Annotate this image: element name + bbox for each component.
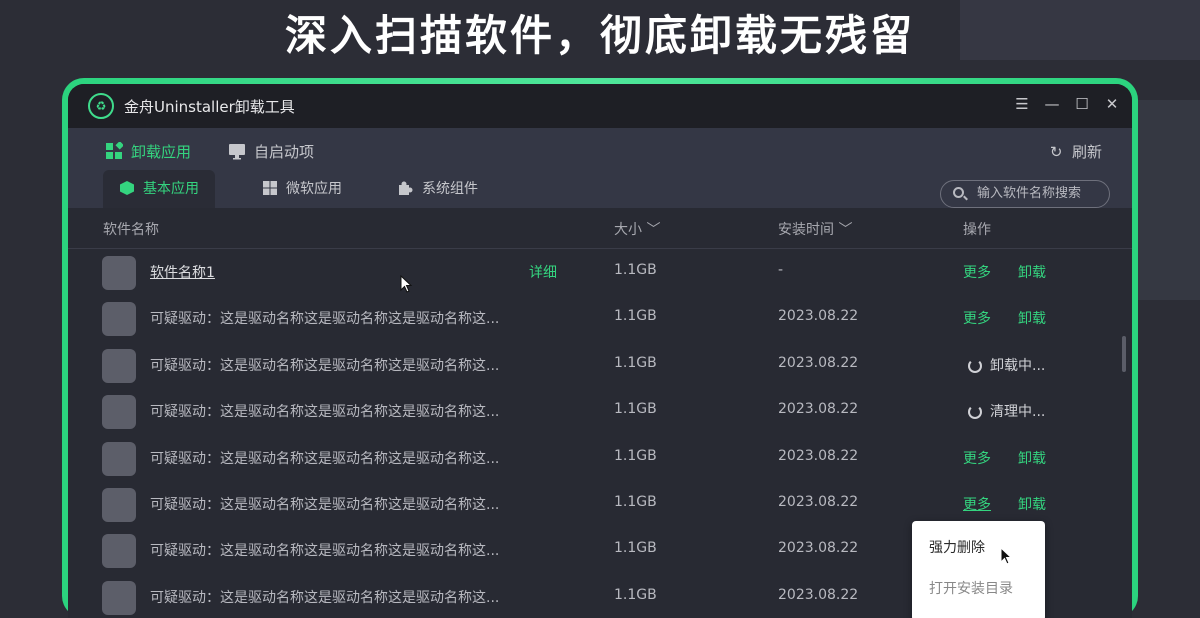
refresh-icon: ↻ — [1049, 143, 1063, 161]
detail-link[interactable]: 详细 — [529, 262, 557, 282]
header-date[interactable]: 安装时间 ﹀ — [778, 219, 852, 239]
header-action: 操作 — [963, 222, 991, 238]
menu-icon[interactable]: ☰ — [1012, 94, 1032, 114]
chevron-down-icon: ﹀ — [646, 222, 661, 238]
tab-label: 微软应用 — [286, 181, 342, 197]
more-button[interactable]: 更多 — [963, 448, 991, 468]
nav-label: 卸载应用 — [131, 143, 192, 161]
install-date: - — [778, 262, 784, 278]
app-name: 可疑驱动：这是驱动名称这是驱动名称这是驱动名称这... — [150, 404, 500, 421]
tab-label: 基本应用 — [143, 181, 199, 197]
app-name-link[interactable]: 软件名称1 — [150, 262, 215, 282]
title-bar: ♻ 金舟Uninstaller卸载工具 ☰ — ☐ ✕ — [68, 84, 1132, 128]
menu-item-open-install-dir[interactable]: 打开安装目录 — [929, 578, 1013, 598]
mouse-cursor-icon — [400, 275, 413, 293]
more-button[interactable]: 更多 — [963, 262, 991, 282]
app-size: 1.1GB — [614, 401, 657, 418]
minimize-icon[interactable]: — — [1042, 94, 1062, 114]
app-icon — [102, 395, 136, 430]
table-row[interactable]: 可疑驱动：这是驱动名称这是驱动名称这是驱动名称这... 1.1GB 2023.0… — [68, 388, 1132, 434]
mouse-cursor-icon — [1000, 547, 1013, 565]
more-button[interactable]: 更多 — [963, 494, 991, 514]
app-name: 可疑驱动：这是驱动名称这是驱动名称这是驱动名称这... — [150, 496, 500, 513]
spinner-icon — [968, 358, 982, 373]
install-date: 2023.08.22 — [778, 586, 859, 603]
app-size: 1.1GB — [614, 354, 657, 371]
windows-icon — [263, 181, 277, 195]
app-icon — [102, 487, 136, 522]
more-button[interactable]: 更多 — [963, 308, 991, 328]
app-size: 1.1GB — [614, 308, 657, 325]
install-date: 2023.08.22 — [778, 401, 859, 418]
tab-label: 系统组件 — [422, 181, 478, 197]
close-icon[interactable]: ✕ — [1102, 94, 1122, 114]
nav-label: 自启动项 — [254, 143, 315, 161]
app-size: 1.1GB — [614, 493, 657, 510]
uninstall-button[interactable]: 卸载 — [1018, 262, 1046, 282]
cube-icon — [120, 181, 134, 195]
search-icon — [953, 187, 964, 198]
install-date: 2023.08.22 — [778, 447, 859, 464]
nav-uninstall-apps[interactable]: 卸载应用 — [105, 141, 191, 162]
table-header: 软件名称 大小 ﹀ 安装时间 ﹀ 操作 — [68, 208, 1132, 249]
toolbar: 卸载应用 自启动项 ↻ 刷新 基本应用 微软应用 系统组件 输入软件名称搜索 — [68, 128, 1132, 208]
uninstall-button[interactable]: 卸载 — [1018, 448, 1046, 468]
search-input[interactable]: 输入软件名称搜索 — [940, 180, 1110, 208]
refresh-button[interactable]: ↻ 刷新 — [1050, 141, 1102, 162]
uninstall-button[interactable]: 卸载 — [1018, 308, 1046, 328]
maximize-icon[interactable]: ☐ — [1072, 94, 1092, 114]
menu-item-force-delete[interactable]: 强力删除 — [929, 537, 985, 557]
nav-startup-items[interactable]: 自启动项 — [228, 141, 314, 162]
table-row[interactable]: 软件名称1 详细 1.1GB - 更多 卸载 — [68, 249, 1132, 295]
app-name: 可疑驱动：这是驱动名称这是驱动名称这是驱动名称这... — [150, 543, 500, 560]
table-row[interactable]: 可疑驱动：这是驱动名称这是驱动名称这是驱动名称这... 1.1GB 2023.0… — [68, 342, 1132, 388]
refresh-label: 刷新 — [1071, 143, 1102, 161]
app-window-content: ♻ 金舟Uninstaller卸载工具 ☰ — ☐ ✕ 卸载应用 自启动项 ↻ … — [68, 84, 1132, 618]
app-icon — [102, 580, 136, 615]
header-size[interactable]: 大小 ﹀ — [614, 219, 660, 239]
table-row[interactable]: 可疑驱动：这是驱动名称这是驱动名称这是驱动名称这... 1.1GB 2023.0… — [68, 295, 1132, 341]
app-name: 可疑驱动：这是驱动名称这是驱动名称这是驱动名称这... — [150, 357, 500, 374]
app-name: 可疑驱动：这是驱动名称这是驱动名称这是驱动名称这... — [150, 311, 500, 328]
table-row[interactable]: 可疑驱动：这是驱动名称这是驱动名称这是驱动名称这... 1.1GB 2023.0… — [68, 435, 1132, 481]
app-icon — [102, 441, 136, 476]
uninstalling-status: 卸载中... — [968, 355, 1045, 375]
app-name: 可疑驱动：这是驱动名称这是驱动名称这是驱动名称这... — [150, 589, 500, 606]
chevron-down-icon: ﹀ — [838, 222, 853, 238]
tab-system-components[interactable]: 系统组件 — [382, 170, 494, 208]
app-size: 1.1GB — [614, 447, 657, 464]
app-size: 1.1GB — [614, 540, 657, 557]
app-icon — [102, 256, 136, 290]
promo-headline: 深入扫描软件，彻底卸载无残留 — [284, 11, 915, 60]
window-title: 金舟Uninstaller卸载工具 — [124, 98, 295, 116]
app-size: 1.1GB — [614, 586, 657, 603]
install-date: 2023.08.22 — [778, 308, 859, 325]
app-name: 可疑驱动：这是驱动名称这是驱动名称这是驱动名称这... — [150, 450, 500, 467]
app-window: ♻ 金舟Uninstaller卸载工具 ☰ — ☐ ✕ 卸载应用 自启动项 ↻ … — [62, 78, 1138, 618]
spinner-icon — [968, 405, 982, 420]
uninstall-button[interactable]: 卸载 — [1018, 494, 1046, 514]
app-icon — [102, 302, 136, 337]
puzzle-icon — [399, 181, 413, 195]
install-date: 2023.08.22 — [778, 540, 859, 557]
more-options-menu: 强力删除 打开安装目录 — [912, 521, 1045, 618]
tab-microsoft-apps[interactable]: 微软应用 — [246, 170, 358, 208]
search-placeholder: 输入软件名称搜索 — [977, 186, 1082, 201]
tab-basic-apps[interactable]: 基本应用 — [103, 170, 215, 208]
header-name: 软件名称 — [103, 222, 159, 238]
scrollbar[interactable] — [1122, 336, 1126, 372]
app-size: 1.1GB — [614, 262, 657, 278]
monitor-icon — [229, 144, 245, 160]
recycle-logo-icon: ♻ — [88, 93, 114, 119]
app-icon — [102, 348, 136, 383]
cleaning-status: 清理中... — [968, 401, 1045, 421]
app-icon — [102, 534, 136, 569]
apps-icon — [106, 142, 123, 159]
install-date: 2023.08.22 — [778, 354, 859, 371]
install-date: 2023.08.22 — [778, 493, 859, 510]
